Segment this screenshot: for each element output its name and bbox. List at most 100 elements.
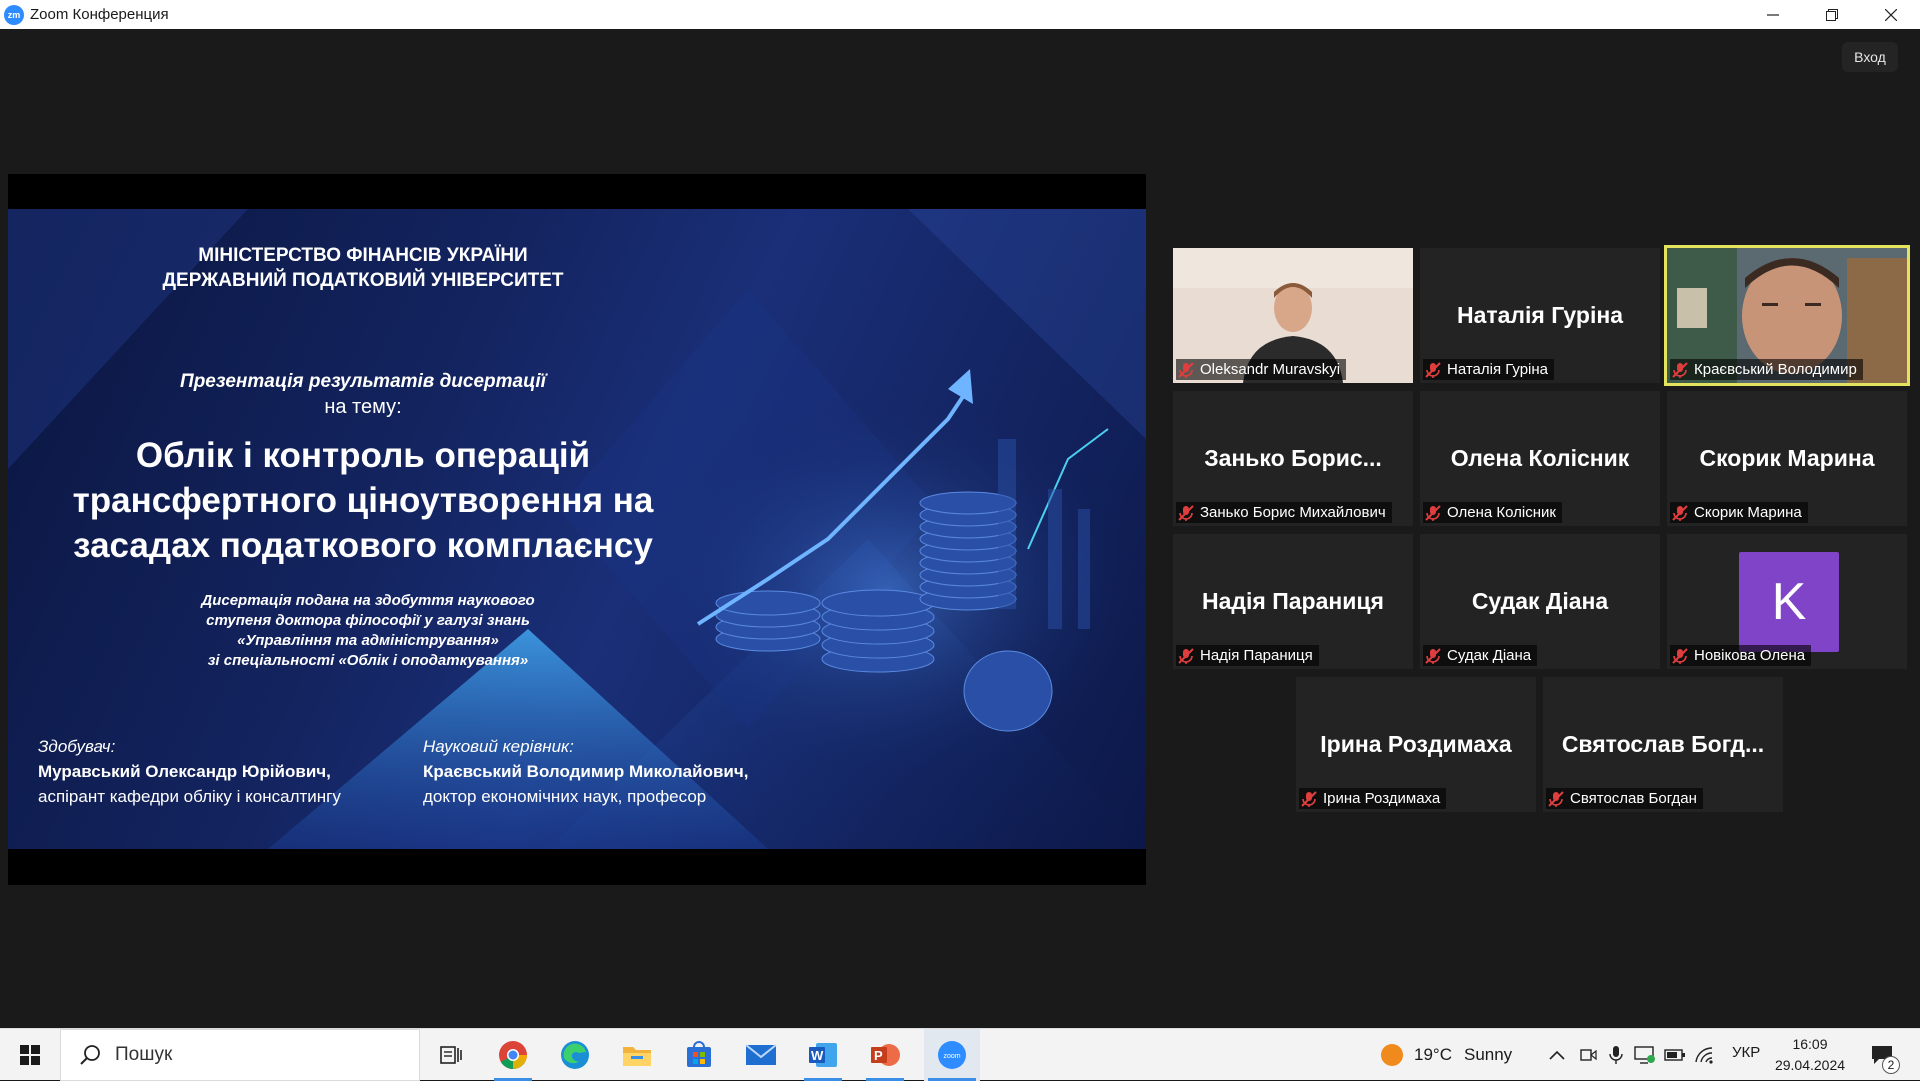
participant-name-label: Надія Параниця: [1176, 645, 1319, 666]
restore-button[interactable]: [1802, 0, 1861, 29]
taskbar-word[interactable]: W: [800, 1029, 846, 1081]
minimize-icon: [1766, 13, 1779, 16]
participant-tile[interactable]: Ірина Роздимаха Ірина Роздимаха: [1296, 677, 1536, 812]
mic-muted-icon: [1672, 504, 1688, 521]
battery-icon: [1664, 1049, 1685, 1061]
weather-widget[interactable]: 19°C Sunny: [1380, 1029, 1540, 1081]
participant-name-label: Ірина Роздимаха: [1299, 788, 1447, 809]
desc-line-4: зі спеціальності «Облік і оподаткування»: [207, 652, 529, 669]
mic-muted-icon: [1425, 504, 1441, 521]
window-controls: [1743, 0, 1920, 29]
notifications-button[interactable]: 2: [1862, 1029, 1902, 1081]
applicant-label: Здобувач:: [38, 737, 116, 756]
presentation-slide: МІНІСТЕРСТВО ФІНАНСІВ УКРАЇНИ ДЕРЖАВНИЙ …: [8, 209, 1146, 849]
participant-tile[interactable]: K Новікова Олена: [1667, 534, 1907, 669]
mic-muted-icon: [1425, 647, 1441, 664]
taskbar-search-box[interactable]: Пошук: [60, 1029, 420, 1081]
participant-avatar: K: [1739, 552, 1839, 652]
window-title: Zoom Конференция: [30, 6, 169, 23]
task-view-button[interactable]: [428, 1029, 474, 1081]
shared-screen[interactable]: МІНІСТЕРСТВО ФІНАНСІВ УКРАЇНИ ДЕРЖАВНИЙ …: [8, 174, 1146, 885]
chrome-icon: [499, 1041, 527, 1069]
participant-name-label: Олена Колісник: [1423, 502, 1562, 523]
svg-text:zoom: zoom: [943, 1053, 960, 1060]
participant-tile[interactable]: Надія Параниця Надія Параниця: [1173, 534, 1413, 669]
mic-muted-icon: [1178, 504, 1194, 521]
search-icon: [80, 1045, 100, 1065]
participant-tile[interactable]: Олена Колісник Олена Колісник: [1420, 391, 1660, 526]
slide-presentation-label: Презентація результатів дисертації: [180, 371, 546, 392]
participant-name: Святослав Богдан: [1570, 790, 1697, 807]
camera-icon: [1580, 1049, 1597, 1061]
title-line-1: Облік і контроль операцій: [135, 436, 591, 475]
taskbar-file-explorer[interactable]: [614, 1029, 660, 1081]
mic-muted-icon: [1178, 361, 1194, 378]
microphone-tray-button[interactable]: [1604, 1029, 1628, 1081]
taskbar-edge[interactable]: [552, 1029, 598, 1081]
participant-tile[interactable]: Oleksandr Muravskyi: [1173, 248, 1413, 383]
mic-muted-icon: [1178, 647, 1194, 664]
signin-button[interactable]: Вход: [1842, 42, 1898, 72]
applicant-role: аспірант кафедри обліку і консалтингу: [38, 787, 341, 806]
slide-applicant: Здобувач: Муравський Олександр Юрійович,…: [38, 734, 341, 809]
taskbar-powerpoint[interactable]: P: [862, 1029, 908, 1081]
participant-name-label: Oleksandr Muravskyi: [1176, 359, 1347, 380]
clock[interactable]: 16:09 29.04.2024: [1770, 1034, 1850, 1076]
desc-line-2: ступеня доктора філософії у галузі знань: [206, 612, 530, 629]
meeting-area: Вход МІНІСТЕРСТВО ФІНАНСІВ УКРАЇНИ ДЕРЖА…: [0, 29, 1920, 1028]
taskbar-chrome[interactable]: [490, 1029, 536, 1081]
clock-time: 16:09: [1792, 1036, 1828, 1052]
zoom-logo-icon: zm: [4, 4, 24, 25]
mic-muted-icon: [1548, 790, 1564, 807]
svg-text:P: P: [874, 1048, 883, 1063]
svg-text:W: W: [811, 1048, 824, 1063]
start-button[interactable]: [8, 1029, 52, 1081]
mail-icon: [745, 1044, 777, 1065]
weather-condition: Sunny: [1463, 1045, 1513, 1064]
ministry-line-1: МІНІСТЕРСТВО ФІНАНСІВ УКРАЇНИ: [198, 245, 528, 266]
screen-share-tray-button[interactable]: [1632, 1029, 1658, 1081]
title-line-3: засадах податкового комплаєнсу: [73, 526, 653, 565]
windows-taskbar: Пошук W P zoom 19°C Sunny УКР 16:09 29.0…: [0, 1028, 1920, 1081]
supervisor-role: доктор економічних наук, професор: [423, 787, 707, 806]
taskbar-mail[interactable]: [738, 1029, 784, 1081]
show-hidden-icons-button[interactable]: [1545, 1029, 1569, 1081]
slide-supervisor: Науковий керівник: Краєвський Володимир …: [423, 734, 748, 809]
mic-muted-icon: [1672, 647, 1688, 664]
participant-tile[interactable]: Судак Діана Судак Діана: [1420, 534, 1660, 669]
network-button[interactable]: [1692, 1029, 1718, 1081]
weather-temperature: 19°C: [1414, 1045, 1452, 1064]
participant-name: Oleksandr Muravskyi: [1200, 361, 1341, 378]
participant-tile[interactable]: Краєвський Володимир: [1664, 245, 1910, 386]
participant-name: Олена Колісник: [1447, 504, 1556, 521]
language-indicator[interactable]: УКР: [1732, 1044, 1760, 1061]
participant-tile[interactable]: Скорик Марина Скорик Марина: [1667, 391, 1907, 526]
ministry-line-2: ДЕРЖАВНИЙ ПОДАТКОВИЙ УНІВЕРСИТЕТ: [162, 270, 564, 291]
applicant-name: Муравський Олександр Юрійович,: [38, 762, 331, 781]
task-view-icon: [440, 1046, 462, 1064]
taskbar-zoom[interactable]: zoom: [924, 1029, 980, 1081]
taskbar-store[interactable]: [676, 1029, 722, 1081]
folder-icon: [623, 1047, 651, 1066]
participant-name: Надія Параниця: [1200, 647, 1313, 664]
participant-name: Новікова Олена: [1694, 647, 1806, 664]
battery-button[interactable]: [1662, 1029, 1688, 1081]
slide-title: Облік і контроль операцій трансфертного …: [38, 433, 688, 568]
supervisor-name: Краєвський Володимир Миколайович,: [423, 762, 749, 781]
meet-now-button[interactable]: [1576, 1029, 1600, 1081]
mic-muted-icon: [1301, 790, 1317, 807]
participant-tile[interactable]: Наталія Гуріна Наталія Гуріна: [1420, 248, 1660, 383]
participant-name: Судак Діана: [1447, 647, 1532, 664]
windows-start-icon: [20, 1045, 40, 1065]
participant-name: Наталія Гуріна: [1447, 361, 1549, 378]
minimize-button[interactable]: [1743, 0, 1802, 29]
supervisor-label: Науковий керівник:: [423, 737, 574, 756]
participant-tile[interactable]: Святослав Богд... Святослав Богдан: [1543, 677, 1783, 812]
participant-tile[interactable]: Занько Борис... Занько Борис Михайлович: [1173, 391, 1413, 526]
edge-icon: [561, 1041, 589, 1069]
monitor-icon: [1634, 1046, 1655, 1064]
participant-name-label: Святослав Богдан: [1546, 788, 1703, 809]
slide-ministry: МІНІСТЕРСТВО ФІНАНСІВ УКРАЇНИ ДЕРЖАВНИЙ …: [108, 243, 618, 293]
store-icon: [687, 1041, 711, 1067]
close-button[interactable]: [1861, 0, 1920, 29]
